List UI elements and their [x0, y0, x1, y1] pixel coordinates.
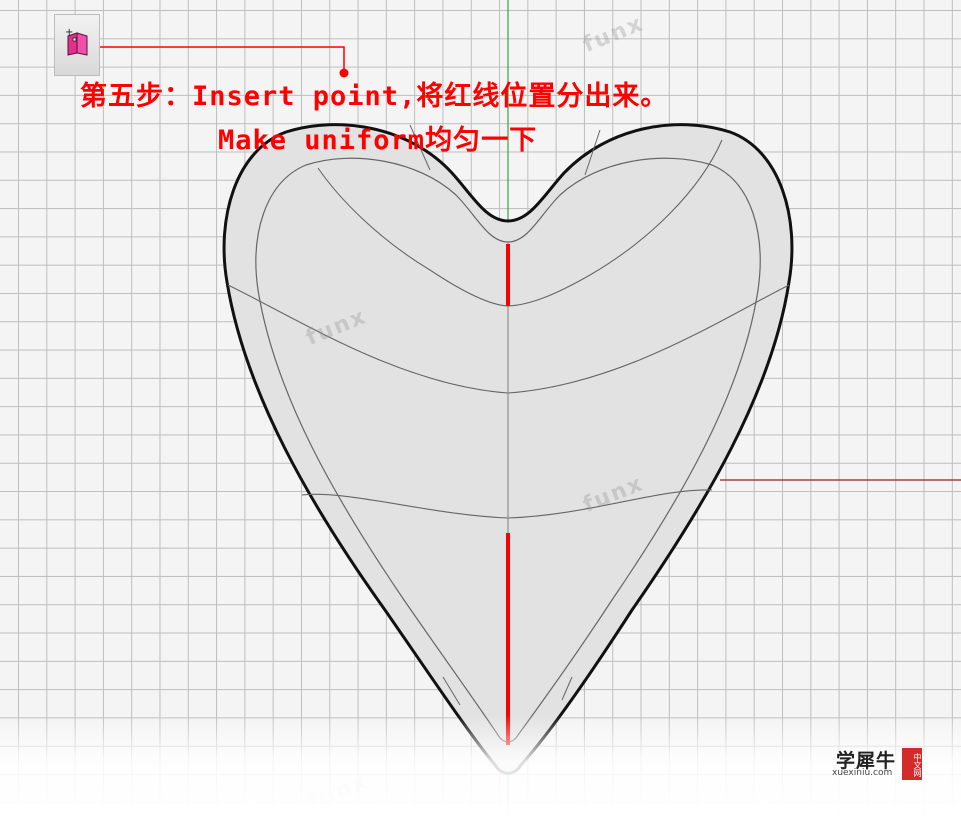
instruction-detail-text: Make uniform均匀一下 — [218, 125, 538, 156]
callout-leader-line — [100, 46, 345, 72]
site-logo: 学犀牛 xuexiniu.com 中文网 — [830, 746, 926, 780]
insert-point-button[interactable]: + — [54, 14, 100, 76]
instruction-step-text: 第五步：Insert point,将红线位置分出来。 — [80, 81, 669, 112]
insert-point-icon: + — [65, 27, 88, 56]
logo-url: xuexiniu.com — [832, 768, 893, 778]
logo-badge: 中文网 — [902, 748, 922, 780]
